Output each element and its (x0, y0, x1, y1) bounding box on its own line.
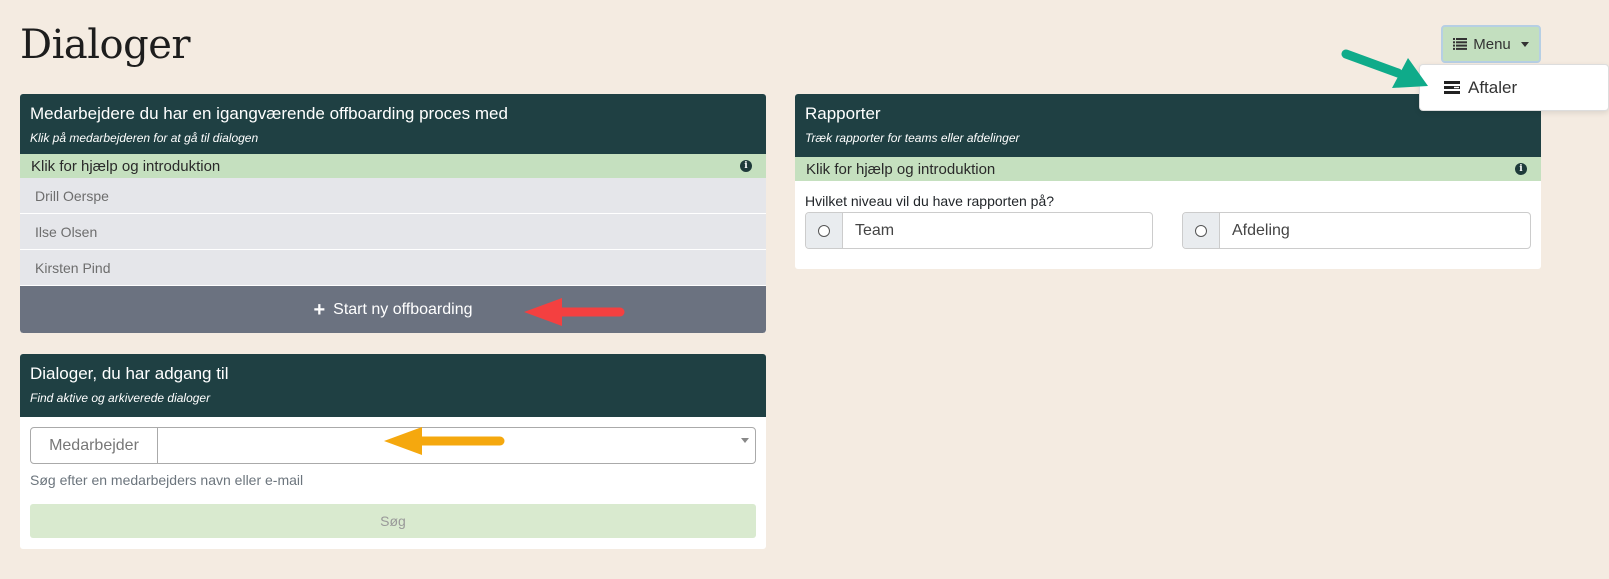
radio-label: Team (855, 221, 895, 239)
radio-button[interactable] (1195, 224, 1207, 237)
plus-icon: + (313, 298, 326, 321)
card-subtitle: Træk rapporter for teams eller afdelinge… (805, 131, 1020, 145)
arrow-shaft (1341, 49, 1403, 78)
employee-field-label: Medarbejder (31, 428, 158, 463)
annotation-arrow-green (1341, 49, 1428, 88)
caret-down-icon (1520, 41, 1529, 47)
report-level-question: Hvilket niveau vil du have rapporten på? (805, 193, 1055, 209)
help-label: Klik for hjælp og introduktion (31, 157, 221, 175)
agreements-icon (1444, 81, 1460, 94)
card-title: Medarbejdere du har en igangværende offb… (30, 104, 508, 123)
arrow-head (384, 427, 422, 455)
offboarding-card: Medarbejdere du har en igangværende offb… (20, 94, 766, 333)
start-offboarding-label: Start ny offboarding (333, 300, 473, 318)
info-icon: i (1515, 163, 1527, 175)
employee-list-item[interactable]: Drill Oerspe (20, 178, 766, 214)
annotation-arrow-orange (384, 427, 505, 455)
radio-option-team[interactable]: Team (805, 212, 1153, 249)
radio-addon (1183, 213, 1220, 248)
menu-item-aftaler[interactable]: Aftaler (1444, 78, 1517, 98)
radio-button[interactable] (818, 224, 830, 237)
menu-button-label: Menu (1473, 35, 1511, 53)
help-bar[interactable]: Klik for hjælp og introduktion i (795, 157, 1541, 181)
annotation-arrow-red (524, 298, 625, 326)
card-header: Medarbejdere du har en igangværende offb… (20, 94, 766, 154)
start-offboarding-button[interactable]: + Start ny offboarding (20, 286, 766, 333)
radio-option-afdeling[interactable]: Afdeling (1182, 212, 1531, 249)
card-title: Dialoger, du har adgang til (30, 364, 229, 383)
menu-button[interactable]: Menu (1441, 25, 1541, 63)
menu-item-label: Aftaler (1468, 77, 1518, 97)
search-button[interactable]: Søg (30, 504, 756, 538)
reports-card: Rapporter Træk rapporter for teams eller… (795, 94, 1541, 269)
employee-list-item[interactable]: Kirsten Pind (20, 250, 766, 286)
menu-dropdown: Aftaler (1419, 64, 1609, 111)
report-form: Hvilket niveau vil du have rapporten på?… (795, 181, 1541, 268)
card-subtitle: Klik på medarbejderen for at gå til dial… (30, 131, 259, 145)
card-header: Dialoger, du har adgang til Find aktive … (20, 354, 766, 417)
help-label: Klik for hjælp og introduktion (806, 160, 996, 178)
radio-addon (806, 213, 843, 248)
arrow-head (524, 298, 562, 326)
employee-list-item[interactable]: Ilse Olsen (20, 214, 766, 250)
help-bar[interactable]: Klik for hjælp og introduktion i (20, 154, 766, 178)
info-icon: i (740, 160, 752, 172)
card-subtitle: Find aktive og arkiverede dialoger (30, 391, 211, 405)
page-title: Dialoger (20, 22, 190, 68)
search-hint: Søg efter en medarbejders navn eller e-m… (30, 472, 304, 488)
employee-list: Drill Oerspe Ilse Olsen Kirsten Pind (20, 178, 766, 286)
list-icon (1453, 38, 1468, 50)
radio-label: Afdeling (1232, 221, 1290, 239)
report-level-options: Team Afdeling (805, 212, 1531, 249)
chevron-down-icon[interactable] (741, 438, 749, 443)
